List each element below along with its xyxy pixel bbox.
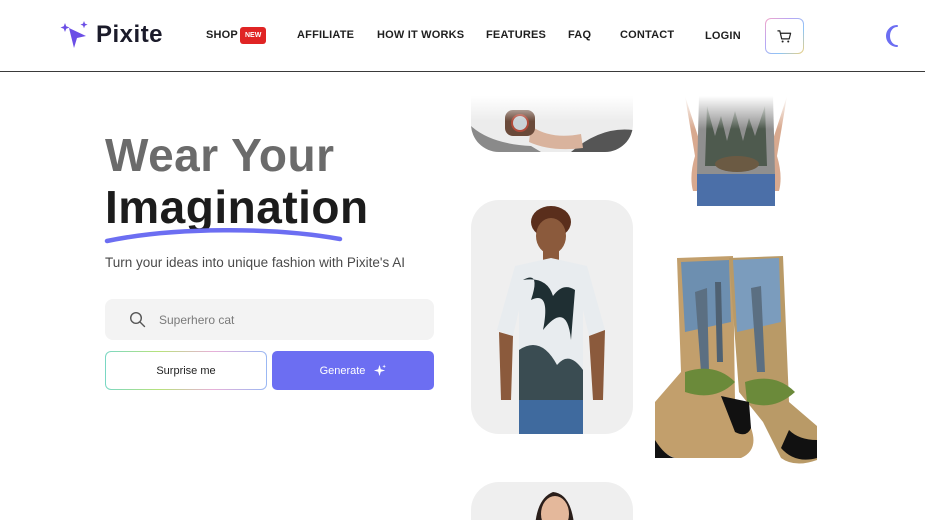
surprise-me-button[interactable]: Surprise me — [105, 351, 267, 390]
new-badge: NEW — [240, 27, 267, 44]
hero-subtitle: Turn your ideas into unique fashion with… — [105, 255, 405, 270]
moon-icon[interactable] — [882, 24, 904, 48]
woman-product-image[interactable] — [471, 482, 633, 520]
socks-product-image[interactable] — [655, 252, 817, 470]
nav-shop[interactable]: SHOP — [206, 29, 238, 41]
generate-label: Generate — [319, 364, 366, 377]
nav-affiliate[interactable]: AFFILIATE — [297, 29, 354, 41]
sparkle-icon — [374, 364, 387, 377]
tank-top-product-image[interactable] — [655, 96, 817, 206]
nav-faq[interactable]: FAQ — [568, 29, 591, 41]
cart-icon — [777, 29, 792, 42]
surprise-me-label: Surprise me — [156, 364, 216, 377]
tshirt-product-image[interactable] — [471, 200, 633, 434]
idea-search-box — [105, 299, 434, 340]
nav-how-it-works[interactable]: HOW IT WORKS — [377, 29, 464, 41]
nav-login[interactable]: LOGIN — [705, 30, 741, 42]
idea-input[interactable] — [159, 299, 419, 340]
watch-product-image[interactable] — [471, 96, 633, 152]
title-underline-stroke — [104, 228, 343, 244]
site-header: Pixite SHOP NEW AFFILIATE HOW IT WORKS F… — [0, 0, 925, 72]
brand-name: Pixite — [96, 21, 164, 48]
cart-button[interactable] — [765, 18, 804, 54]
hero-title-line1: Wear Your — [105, 129, 335, 181]
brand-logo[interactable]: Pixite — [60, 20, 163, 50]
nav-features[interactable]: FEATURES — [486, 29, 546, 41]
nav-contact[interactable]: CONTACT — [620, 29, 674, 41]
search-icon — [129, 311, 146, 328]
generate-button[interactable]: Generate — [272, 351, 434, 390]
sparkle-logo-icon — [60, 21, 88, 48]
